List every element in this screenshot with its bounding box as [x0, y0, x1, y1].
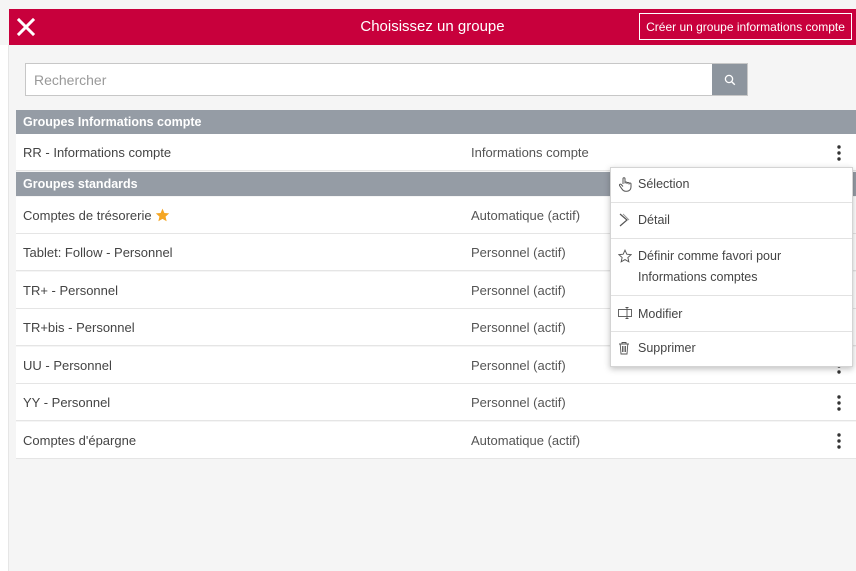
search-icon: [724, 74, 735, 85]
close-icon: [16, 17, 36, 37]
context-menu: Sélection Détail Définir comme favori po…: [610, 167, 853, 367]
row-menu-button[interactable]: [831, 392, 847, 414]
table-row[interactable]: Comptes d'épargne Automatique (actif): [16, 422, 856, 459]
row-type: Personnel (actif): [471, 245, 566, 260]
menu-item-label-line2: Informations comptes: [638, 270, 758, 284]
row-type: Personnel (actif): [471, 283, 566, 298]
table-row[interactable]: YY - Personnel Personnel (actif): [16, 384, 856, 421]
row-name: YY - Personnel: [23, 395, 111, 410]
menu-item-label: Définir comme favori pour: [638, 249, 782, 263]
search-button[interactable]: [712, 64, 747, 95]
edit-icon: [618, 307, 632, 319]
group-header: Groupes Informations compte: [16, 110, 856, 134]
row-menu-button[interactable]: [831, 142, 847, 164]
more-vertical-icon: [837, 433, 841, 449]
menu-item-edit[interactable]: Modifier: [611, 296, 852, 330]
hand-pointer-icon: [618, 177, 632, 192]
row-name: TR+ - Personnel: [23, 283, 119, 298]
row-type: Personnel (actif): [471, 358, 566, 373]
menu-item-label: Modifier: [638, 307, 683, 321]
table-row[interactable]: RR - Informations compte Informations co…: [16, 134, 856, 171]
menu-item-selection[interactable]: Sélection: [611, 168, 852, 201]
menu-item-label: Supprimer: [638, 341, 696, 355]
search-input[interactable]: [26, 64, 712, 95]
close-button[interactable]: [11, 12, 41, 42]
row-menu-button[interactable]: [831, 430, 847, 452]
star-outline-icon: [618, 249, 632, 263]
favorite-star-icon: [155, 208, 169, 222]
left-panel-edge: [0, 45, 9, 571]
row-name: UU - Personnel: [23, 358, 112, 373]
menu-item-label: Détail: [638, 213, 670, 227]
row-name: Comptes de trésorerie: [23, 208, 152, 223]
row-type: Automatique (actif): [471, 433, 581, 448]
menu-item-delete[interactable]: Supprimer: [611, 332, 852, 366]
menu-item-set-favorite[interactable]: Définir comme favori pour Informations c…: [611, 239, 852, 295]
top-bar: Choisissez un groupe Créer un groupe inf…: [9, 9, 856, 45]
more-vertical-icon: [837, 145, 841, 161]
row-type: Personnel (actif): [471, 320, 566, 335]
row-name: RR - Informations compte: [23, 145, 172, 160]
menu-item-label: Sélection: [638, 177, 690, 191]
more-vertical-icon: [837, 395, 841, 411]
search-box: [25, 63, 748, 96]
row-name-cell: Comptes de trésorerie: [23, 197, 170, 234]
row-name: TR+bis - Personnel: [23, 320, 135, 335]
create-group-button[interactable]: Créer un groupe informations compte: [639, 13, 852, 40]
row-name: Comptes d'épargne: [23, 433, 137, 448]
row-name: Tablet: Follow - Personnel: [23, 245, 173, 260]
row-type: Personnel (actif): [471, 395, 566, 410]
row-type: Automatique (actif): [471, 208, 581, 223]
chevron-right-icon: [619, 213, 630, 227]
row-type: Informations compte: [471, 145, 589, 160]
menu-item-detail[interactable]: Détail: [611, 203, 852, 236]
trash-icon: [619, 342, 629, 355]
